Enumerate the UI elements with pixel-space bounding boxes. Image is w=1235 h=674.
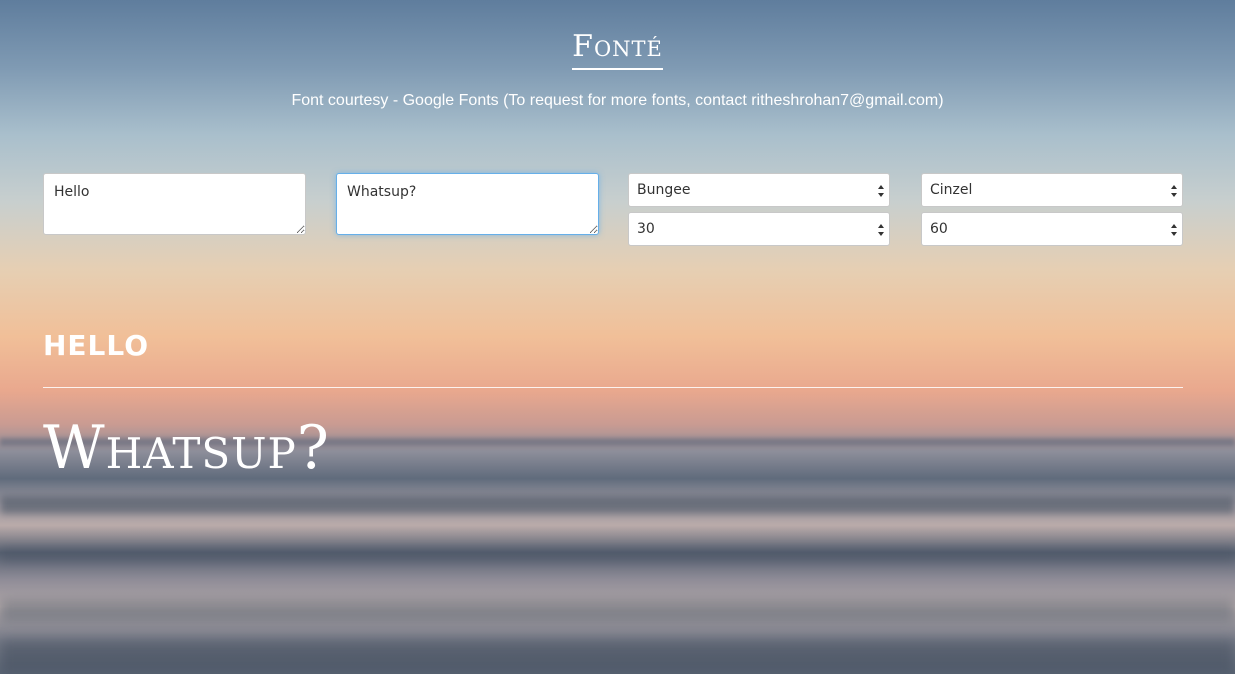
- up-down-chevron-icon: [1171, 185, 1177, 197]
- page-header: Fonté: [0, 30, 1235, 70]
- background-wave: [0, 548, 1235, 562]
- up-down-chevron-icon: [1171, 224, 1177, 236]
- page-subtitle: Font courtesy - Google Fonts (To request…: [291, 92, 944, 109]
- text-input-1[interactable]: Hello: [43, 173, 306, 235]
- preview-text-1: HELLO: [43, 329, 150, 362]
- background-wave: [0, 600, 1235, 622]
- preview-text-2: Whatsup?: [43, 413, 330, 483]
- up-down-chevron-icon: [878, 224, 884, 236]
- font-size-select-1[interactable]: 30: [628, 212, 890, 246]
- background-wave: [0, 496, 1235, 514]
- font-select-2[interactable]: Cinzel: [921, 173, 1183, 207]
- font-size-select-2[interactable]: 60: [921, 212, 1183, 246]
- font-select-2-value: Cinzel: [930, 182, 973, 198]
- up-down-chevron-icon: [878, 185, 884, 197]
- font-size-select-1-value: 30: [637, 221, 655, 237]
- text-input-2[interactable]: Whatsup?: [336, 173, 599, 235]
- brand-title: Fonté: [572, 30, 663, 70]
- font-select-1[interactable]: Bungee: [628, 173, 890, 207]
- font-size-select-2-value: 60: [930, 221, 948, 237]
- preview-divider: [43, 387, 1183, 388]
- font-select-1-value: Bungee: [637, 182, 691, 198]
- background-wave: [0, 640, 1235, 674]
